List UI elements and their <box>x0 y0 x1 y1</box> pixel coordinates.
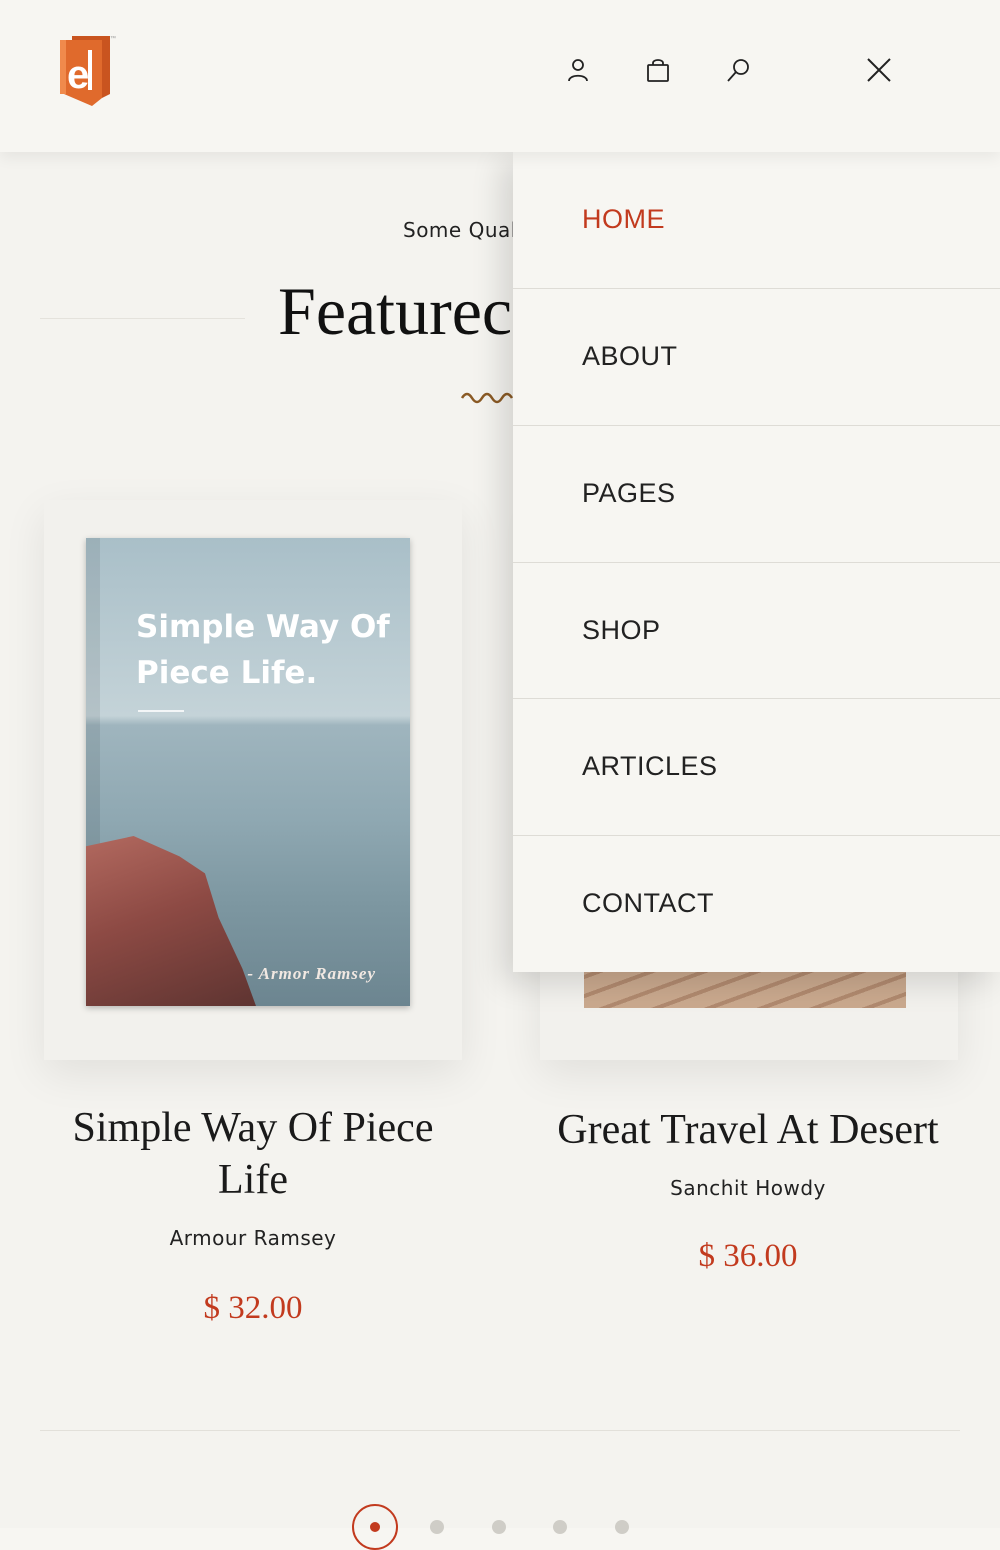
menu-item-pages[interactable]: PAGES <box>513 425 1000 561</box>
title-divider <box>40 318 245 319</box>
product-author: Armour Ramsey <box>169 1226 337 1250</box>
product-title[interactable]: Simple Way Of Piece Life <box>44 1102 462 1206</box>
menu-item-articles[interactable]: ARTICLES <box>513 698 1000 834</box>
carousel-dot[interactable] <box>553 1520 567 1534</box>
menu-item-label: HOME <box>582 204 665 234</box>
cover-title: Simple Way Of Piece Life. <box>136 609 390 691</box>
carousel-dot[interactable] <box>492 1520 506 1534</box>
squiggle-ornament-icon <box>460 392 514 404</box>
product-author: Sanchit Howdy <box>670 1176 826 1200</box>
bag-icon[interactable] <box>640 52 676 88</box>
menu-item-label: PAGES <box>582 478 676 508</box>
product-title[interactable]: Great Travel At Desert <box>530 1104 966 1156</box>
close-icon[interactable] <box>861 52 897 88</box>
menu-item-label: ABOUT <box>582 341 678 371</box>
logo-letter: e <box>67 53 89 97</box>
cover-divider <box>138 710 184 712</box>
book-logo-icon: e ™ <box>60 35 116 106</box>
menu-item-contact[interactable]: CONTACT <box>513 835 1000 971</box>
user-icon[interactable] <box>560 52 596 88</box>
site-header: e ™ <box>0 0 1000 152</box>
cover-author: - Armor Ramsey <box>247 964 376 983</box>
menu-item-label: SHOP <box>582 615 661 645</box>
cover-rock <box>86 836 256 1006</box>
section-title: Featurec <box>278 273 513 349</box>
menu-item-home[interactable]: HOME <box>513 152 1000 288</box>
carousel-dot-active[interactable] <box>352 1504 398 1550</box>
book-cover-image[interactable]: Simple Way Of Piece Life. - Armor Ramsey <box>86 538 410 1006</box>
carousel-dot[interactable] <box>430 1520 444 1534</box>
section-eyebrow: Some Qual <box>403 218 517 242</box>
menu-item-label: CONTACT <box>582 888 714 918</box>
product-price: $ 36.00 <box>698 1238 798 1274</box>
product-price: $ 32.00 <box>203 1290 303 1326</box>
nav-menu: HOME ABOUT PAGES SHOP ARTICLES CONTACT <box>513 152 1000 972</box>
menu-item-about[interactable]: ABOUT <box>513 288 1000 424</box>
menu-item-shop[interactable]: SHOP <box>513 562 1000 698</box>
logo[interactable]: e ™ <box>58 32 122 112</box>
menu-item-label: ARTICLES <box>582 751 718 781</box>
search-icon[interactable] <box>720 52 756 88</box>
section-divider <box>40 1430 960 1431</box>
svg-text:™: ™ <box>110 35 116 42</box>
carousel-dot[interactable] <box>615 1520 629 1534</box>
